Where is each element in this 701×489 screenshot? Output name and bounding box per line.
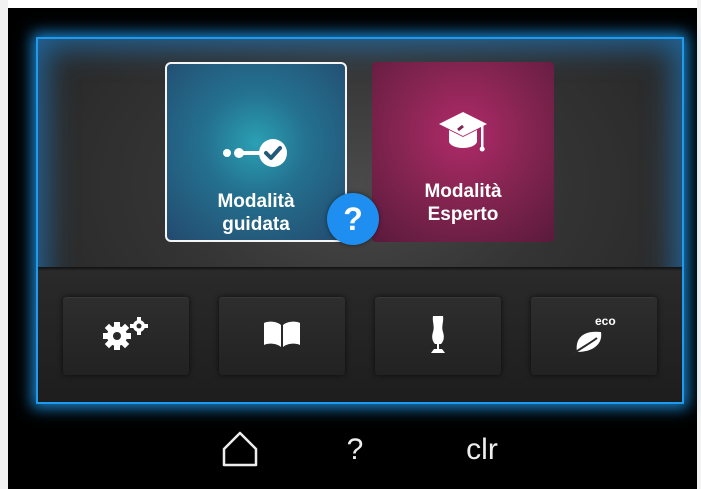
guided-mode-label: Modalità guidata <box>217 191 295 235</box>
home-button[interactable] <box>218 429 262 471</box>
bottom-nav-bar: ? clr <box>0 404 701 489</box>
dress-form-icon <box>428 314 448 359</box>
mode-help-button[interactable]: ? <box>327 193 379 245</box>
eco-button[interactable]: eco <box>531 297 657 375</box>
clear-button[interactable]: clr <box>458 429 506 471</box>
device-bezel-top <box>0 0 701 8</box>
settings-button[interactable] <box>63 297 189 375</box>
tutorial-button[interactable] <box>219 297 345 375</box>
eco-badge: eco <box>595 314 616 328</box>
guided-steps-icon <box>219 134 293 172</box>
expert-mode-label: Modalità Esperto <box>424 181 502 225</box>
expert-mode-tile[interactable]: Modalità Esperto <box>372 62 554 242</box>
sewing-button[interactable] <box>375 297 501 375</box>
book-icon <box>262 319 302 354</box>
home-icon <box>220 429 260 472</box>
main-screen: Modalità guidata Modalità Esperto ? eco <box>36 37 684 404</box>
eco-leaf-icon: eco <box>571 314 617 356</box>
nav-help-button[interactable]: ? <box>343 429 367 471</box>
graduation-cap-icon <box>438 106 488 162</box>
guided-mode-tile[interactable]: Modalità guidata <box>165 62 347 242</box>
gears-icon <box>102 316 150 356</box>
